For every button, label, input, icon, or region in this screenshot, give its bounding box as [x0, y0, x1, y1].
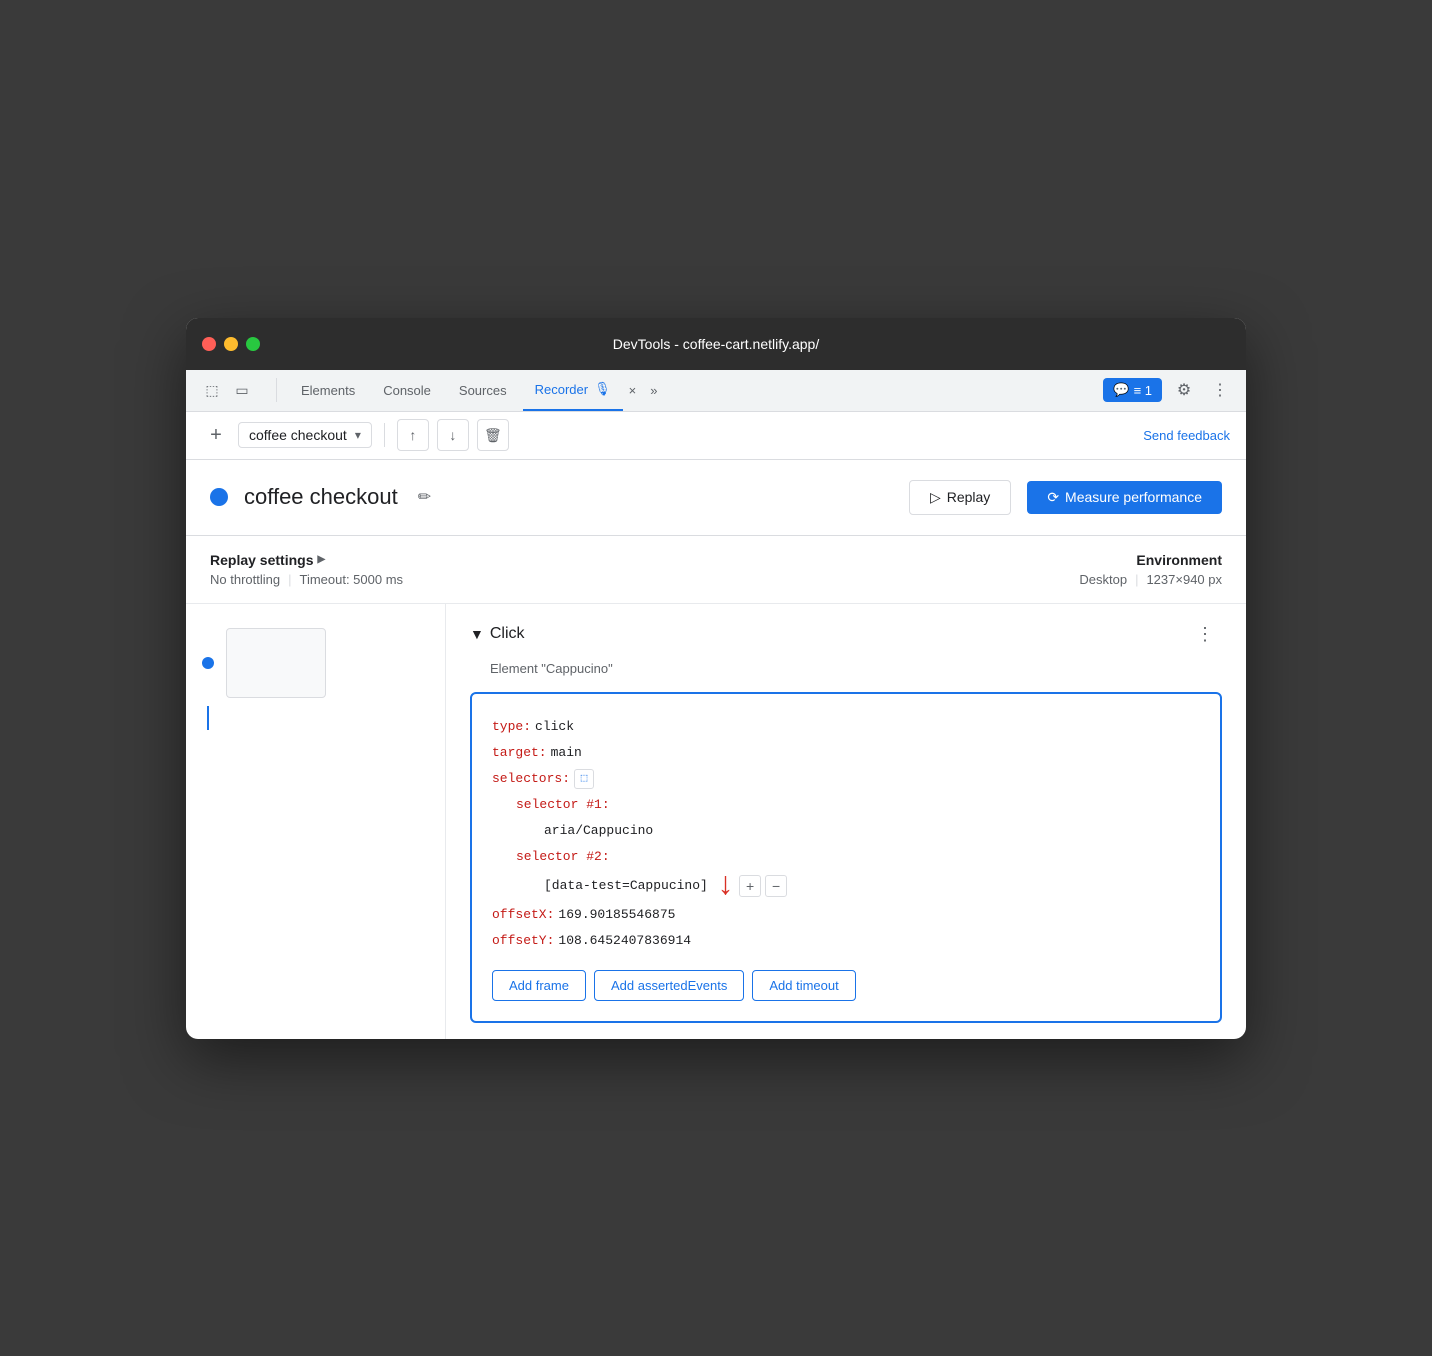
devtools-window: DevTools - coffee-cart.netlify.app/ ⬚ ▭ … [186, 318, 1246, 1039]
close-button[interactable] [202, 337, 216, 351]
nav-icons: ⬚ ▭ [198, 376, 256, 404]
add-asserted-events-button[interactable]: Add assertedEvents [594, 970, 744, 1001]
cursor-icon[interactable]: ⬚ [198, 376, 226, 404]
recording-title: coffee checkout [244, 484, 398, 510]
tab-divider-1 [276, 378, 277, 402]
code-type-line: type: click [492, 714, 1200, 740]
titlebar: DevTools - coffee-cart.netlify.app/ [186, 318, 1246, 370]
tabbar: ⬚ ▭ Elements Console Sources Recorder 🎙 … [186, 370, 1246, 412]
add-selector-button[interactable]: + [739, 875, 761, 897]
code-selector2-line: selector #2: [516, 844, 1200, 870]
play-icon: ▷ [930, 489, 941, 506]
toolbar-divider [384, 423, 385, 447]
add-recording-button[interactable]: + [202, 421, 230, 449]
tab-elements[interactable]: Elements [289, 369, 367, 411]
step-thumbnail-image [226, 628, 326, 698]
collapse-icon: ▼ [470, 626, 484, 642]
performance-icon: ⟳ [1047, 489, 1059, 506]
settings-values: No throttling | Timeout: 5000 ms [210, 572, 1079, 587]
red-arrow-icon: ↓ [716, 870, 735, 902]
arrow-annotation: ↓ [716, 870, 735, 902]
code-offsetY-line: offsetY: 108.6452407836914 [492, 928, 1200, 954]
maximize-button[interactable] [246, 337, 260, 351]
settings-bar: Replay settings ▶ No throttling | Timeou… [186, 536, 1246, 604]
step-detail-panel: ▼ Click ⋮ Element "Cappucino" type: clic… [446, 604, 1246, 1039]
steps-area: ▼ Click ⋮ Element "Cappucino" type: clic… [186, 604, 1246, 1039]
code-selector1-line: selector #1: [516, 792, 1200, 818]
chat-button[interactable]: 💬 ≡ 1 [1103, 378, 1162, 402]
replay-settings-title[interactable]: Replay settings ▶ [210, 552, 1079, 568]
toolbar: + coffee checkout ▾ ↑ ↓ 🗑 Send feedback [186, 412, 1246, 460]
selector-picker-icon[interactable]: ⬚ [574, 769, 594, 789]
more-icon: ⋮ [1196, 624, 1214, 644]
expand-settings-icon: ▶ [317, 554, 325, 565]
tabbar-actions: 💬 ≡ 1 ⚙ ⋮ [1103, 376, 1234, 404]
step-type-label: Click [490, 625, 1188, 643]
device-icon[interactable]: ▭ [228, 376, 256, 404]
export-button[interactable]: ↑ [397, 419, 429, 451]
measure-performance-button[interactable]: ⟳ Measure performance [1027, 481, 1222, 514]
step-connector-line [207, 706, 209, 730]
replay-button[interactable]: ▷ Replay [909, 480, 1011, 515]
window-controls [202, 337, 260, 351]
add-frame-button[interactable]: Add frame [492, 970, 586, 1001]
code-offsetX-line: offsetX: 169.90185546875 [492, 902, 1200, 928]
replay-settings-section: Replay settings ▶ No throttling | Timeou… [210, 552, 1079, 587]
recording-selector[interactable]: coffee checkout ▾ [238, 422, 372, 448]
recorder-icon: 🎙 [594, 381, 611, 397]
download-icon: ↓ [449, 427, 456, 443]
tab-recorder[interactable]: Recorder 🎙 [523, 369, 623, 411]
send-feedback-link[interactable]: Send feedback [1143, 428, 1230, 443]
step-action-buttons: Add frame Add assertedEvents Add timeout [492, 970, 1200, 1001]
tab-console[interactable]: Console [371, 369, 443, 411]
step-indicator-dot [202, 657, 214, 669]
remove-selector-button[interactable]: − [765, 875, 787, 897]
chevron-down-icon: ▾ [355, 428, 361, 442]
collapse-step-button[interactable]: ▼ [470, 626, 484, 642]
trash-icon: 🗑 [484, 427, 502, 444]
code-target-line: target: main [492, 740, 1200, 766]
upload-icon: ↑ [409, 427, 416, 443]
delete-recording-button[interactable]: 🗑 [477, 419, 509, 451]
code-selector1-value-line: aria/Cappucino [540, 818, 1200, 844]
tab-sources[interactable]: Sources [447, 369, 519, 411]
environment-title: Environment [1079, 552, 1222, 568]
minimize-button[interactable] [224, 337, 238, 351]
import-button[interactable]: ↓ [437, 419, 469, 451]
steps-sidebar [186, 604, 446, 1039]
code-selector2-value-line: [data-test=Cappucino] ↓ + − [540, 870, 1200, 902]
settings-button[interactable]: ⚙ [1170, 376, 1198, 404]
window-title: DevTools - coffee-cart.netlify.app/ [613, 336, 819, 352]
add-timeout-button[interactable]: Add timeout [752, 970, 855, 1001]
recording-header: coffee checkout ✏ ▷ Replay ⟳ Measure per… [186, 460, 1246, 536]
step-header: ▼ Click ⋮ [470, 620, 1222, 649]
edit-title-icon[interactable]: ✏ [414, 483, 435, 511]
step-thumbnail [186, 620, 445, 706]
step-more-options-button[interactable]: ⋮ [1188, 620, 1222, 649]
tab-more[interactable]: » [642, 377, 665, 404]
step-subtitle: Element "Cappucino" [470, 661, 1222, 676]
more-options-button[interactable]: ⋮ [1206, 376, 1234, 404]
code-selectors-line: selectors: ⬚ [492, 766, 1200, 792]
environment-section: Environment Desktop | 1237×940 px [1079, 552, 1222, 587]
step-code-block: type: click target: main selectors: ⬚ se… [470, 692, 1222, 1023]
recording-status-dot [210, 488, 228, 506]
environment-values: Desktop | 1237×940 px [1079, 572, 1222, 587]
close-tab-icon[interactable]: × [627, 383, 639, 398]
chat-icon: 💬 [1113, 382, 1129, 398]
